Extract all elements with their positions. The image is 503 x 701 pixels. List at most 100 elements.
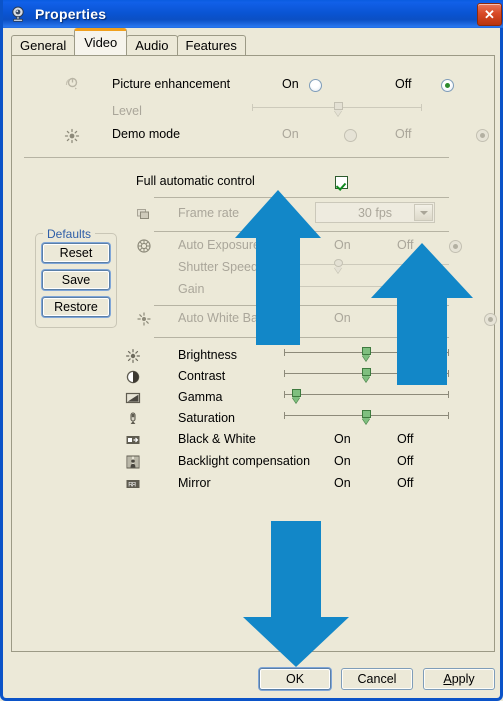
slider-cap-right — [448, 391, 449, 398]
brightness-label: Brightness — [178, 348, 238, 362]
aperture-icon — [136, 238, 152, 254]
auto-exposure-label: Auto Exposure — [178, 238, 260, 252]
picture-enhancement-off-label: Off — [395, 77, 412, 91]
black-and-white-on-label: On — [334, 432, 351, 446]
close-icon[interactable]: ✕ — [477, 3, 502, 26]
tab-features[interactable]: Features — [176, 35, 246, 55]
apply-accesskey: A — [443, 672, 452, 686]
tab-strip: General Video Audio Features — [11, 28, 246, 55]
demo-mode-label: Demo mode — [112, 127, 181, 141]
demo-mode-on-label: On — [282, 127, 299, 141]
backlight-compensation-label: Backlight compensation — [178, 454, 311, 468]
video-tab-panel: Picture enhancement On Off Level Demo mo… — [11, 55, 498, 652]
webcam-icon — [9, 5, 27, 23]
ok-button[interactable]: OK — [259, 668, 331, 690]
gain-slider — [277, 280, 449, 294]
restore-button[interactable]: Restore — [42, 297, 110, 317]
apply-button-rest: pply — [451, 672, 475, 686]
slider-thumb[interactable] — [362, 347, 371, 355]
mirror-off-label: Off — [397, 476, 414, 490]
divider — [154, 197, 449, 198]
level-slider[interactable] — [252, 101, 422, 115]
lamp-icon — [136, 311, 152, 327]
saturation-slider[interactable] — [284, 409, 449, 423]
divider — [154, 305, 449, 306]
divider — [154, 231, 449, 232]
slider-thumb[interactable] — [334, 102, 343, 110]
mirror-label: Mirror — [178, 476, 211, 490]
frame-rate-value: 30 fps — [357, 205, 393, 220]
saturation-icon — [125, 411, 141, 427]
divider — [154, 337, 449, 338]
save-button[interactable]: Save — [42, 270, 110, 290]
slider-track — [277, 264, 449, 265]
apply-button-label: Apply — [443, 672, 474, 686]
backlight-compensation-on-label: On — [334, 454, 351, 468]
full-automatic-control-label: Full automatic control — [136, 174, 255, 188]
title-bar: Properties ✕ — [3, 0, 503, 28]
auto-white-balance-on-label: On — [334, 311, 351, 325]
frame-rate-label: Frame rate — [178, 206, 240, 220]
cancel-button[interactable]: Cancel — [341, 668, 413, 690]
dial-icon — [64, 76, 80, 92]
backlight-compensation-off-label: Off — [397, 454, 414, 468]
slider-cap-left — [284, 391, 285, 398]
mirror-on-label: On — [334, 476, 351, 490]
properties-window: Properties ✕ General Video Audio Feature… — [0, 0, 503, 701]
contrast-slider[interactable] — [284, 367, 449, 381]
level-label: Level — [112, 104, 142, 118]
auto-exposure-on-label: On — [334, 238, 351, 252]
picture-enhancement-off-radio[interactable] — [441, 79, 455, 93]
tab-general[interactable]: General — [11, 35, 76, 55]
slider-cap-left — [284, 370, 285, 377]
chevron-down-icon[interactable] — [414, 204, 433, 221]
slider-thumb[interactable] — [362, 410, 371, 418]
sun-icon — [64, 128, 80, 144]
window-title: Properties — [35, 6, 107, 22]
saturation-label: Saturation — [178, 411, 235, 425]
slider-thumb[interactable] — [292, 389, 301, 397]
mirror-icon: R R — [125, 476, 141, 492]
bw-icon — [125, 432, 141, 448]
picture-enhancement-label: Picture enhancement — [112, 77, 231, 91]
black-and-white-off-label: Off — [397, 432, 414, 446]
tab-audio[interactable]: Audio — [126, 35, 178, 55]
slider-thumb[interactable] — [362, 368, 371, 376]
defaults-group-title: Defaults — [43, 227, 96, 241]
backlight-icon — [125, 454, 141, 470]
demo-mode-on-radio — [343, 129, 357, 143]
contrast-icon — [125, 369, 141, 385]
frames-icon — [136, 206, 152, 222]
auto-white-balance-off-label: Off — [397, 311, 414, 325]
tab-video[interactable]: Video — [74, 28, 128, 55]
svg-text:R: R — [131, 482, 136, 489]
divider — [24, 157, 449, 158]
brightness-slider[interactable] — [284, 346, 449, 360]
slider-cap-right — [448, 349, 449, 356]
shutter-speed-slider — [277, 258, 449, 272]
shutter-speed-label: Shutter Speed — [178, 260, 258, 274]
slider-cap-left — [284, 412, 285, 419]
gamma-icon — [125, 390, 141, 406]
slider-cap-right — [448, 412, 449, 419]
demo-mode-off-label: Off — [395, 127, 412, 141]
slider-cap-left — [252, 104, 253, 111]
auto-white-balance-on-radio — [484, 313, 498, 327]
slider-cap-left — [284, 349, 285, 356]
gamma-label: Gamma — [178, 390, 223, 404]
apply-button[interactable]: Apply — [423, 668, 495, 690]
slider-cap-right — [448, 370, 449, 377]
picture-enhancement-on-radio[interactable] — [309, 79, 322, 93]
black-and-white-label: Black & White — [178, 432, 256, 446]
full-automatic-control-checkbox[interactable] — [334, 176, 348, 190]
picture-enhancement-on-label: On — [282, 77, 299, 91]
auto-exposure-on-radio — [449, 240, 463, 254]
slider-thumb — [334, 259, 343, 267]
gain-label: Gain — [178, 282, 205, 296]
reset-button[interactable]: Reset — [42, 243, 110, 263]
auto-white-balance-label: Auto White Balance — [178, 311, 288, 325]
gamma-slider[interactable] — [284, 388, 449, 402]
slider-track — [284, 394, 449, 395]
frame-rate-combobox[interactable]: 30 fps — [315, 202, 435, 223]
brightness-icon — [125, 348, 141, 364]
